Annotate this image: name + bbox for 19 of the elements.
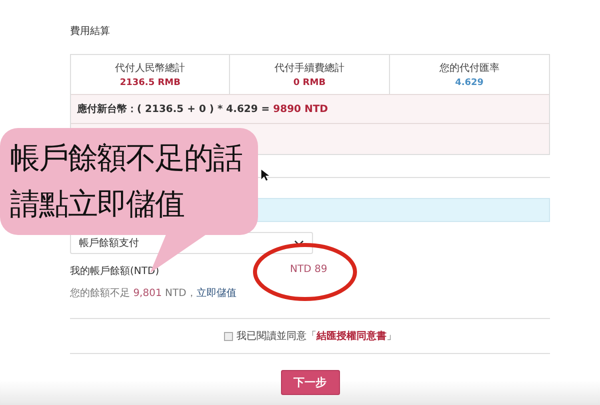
cursor-icon — [260, 168, 270, 182]
next-button[interactable]: 下一步 — [280, 370, 340, 395]
summary-label: 您的代付匯率 — [439, 62, 500, 75]
formula-text: 應付新台幣：( 2136.5 + 0 ) * 4.629 = 9890 NTD — [77, 102, 328, 116]
summary-label: 代付手續費總計 — [274, 62, 344, 75]
callout-text: 請點立即儲值 — [10, 186, 185, 224]
chevron-down-icon — [294, 240, 304, 246]
callout-text: 帳戶餘額不足的話 — [10, 140, 243, 178]
section-title: 費用結算 — [70, 24, 111, 38]
summary-value: 2136.5 RMB — [120, 78, 180, 88]
agree-checkbox[interactable] — [224, 332, 232, 340]
summary-label: 代付人民幣總計 — [115, 62, 186, 75]
summary-value: 0 RMB — [293, 78, 326, 88]
shortfall-text: 您的餘額不足 9,801 NTD，立即儲值 — [70, 286, 238, 300]
summary-value: 4.629 — [455, 78, 484, 88]
agreement-text: 我已閱讀並同意「結匯授權同意書」 — [236, 330, 396, 343]
top-up-link[interactable]: 立即儲值 — [196, 288, 236, 299]
balance-value: NTD 89 — [290, 264, 328, 277]
agreement-link[interactable]: 結匯授權同意書 — [316, 331, 386, 342]
